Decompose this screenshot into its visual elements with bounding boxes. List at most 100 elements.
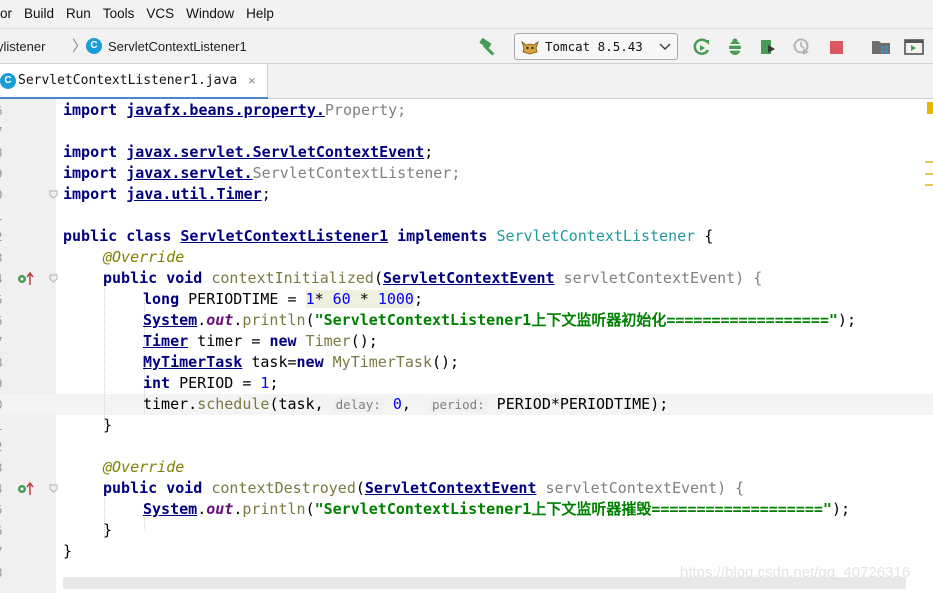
constructor: MyTimerTask: [323, 353, 432, 371]
keyword: new: [269, 332, 297, 350]
navigation-bar: ylistener 〉 C ServletContextListener1 To…: [0, 28, 933, 64]
parameter-hint: delay:: [332, 397, 384, 412]
line-number: 8: [0, 562, 11, 583]
code-line: 6 System.out.println("ServletContextList…: [0, 310, 933, 331]
brace: }: [63, 542, 73, 560]
menu-run[interactable]: Run: [60, 0, 97, 28]
param-name: servletContextEvent) {: [554, 269, 763, 287]
dot: .: [197, 311, 207, 329]
code-line: 6 import javafx.beans.property.Property;: [0, 100, 933, 121]
code-line: 7 }: [0, 541, 933, 562]
keyword: new: [296, 353, 324, 371]
operator: *: [350, 290, 378, 308]
annotation: @Override: [103, 458, 185, 476]
profile-icon[interactable]: [792, 37, 812, 57]
keyword: public void: [103, 479, 203, 497]
keyword: implements: [397, 227, 488, 245]
import-package: java.util.Timer: [126, 185, 262, 203]
editor-tab-bar: C ServletContextListener1.java ×: [0, 64, 933, 100]
semicolon: ;: [413, 290, 423, 308]
menu-vcs[interactable]: VCS: [140, 0, 180, 28]
code-line: 1: [0, 205, 933, 226]
menu-tools[interactable]: Tools: [97, 0, 141, 28]
param-name: servletContextEvent) {: [536, 479, 745, 497]
implements-method-icon[interactable]: [17, 482, 35, 496]
line-number: 0: [0, 184, 11, 205]
warning-marker[interactable]: [925, 184, 933, 186]
keyword: import: [63, 101, 118, 119]
debug-icon[interactable]: [725, 37, 745, 57]
java-class-icon: C: [86, 38, 102, 54]
breadcrumb-module[interactable]: ylistener: [0, 29, 45, 64]
method-call: schedule: [197, 395, 270, 413]
interface-name: ServletContextListener: [496, 227, 696, 245]
stop-icon[interactable]: [827, 37, 847, 57]
constructor: Timer: [296, 332, 351, 350]
code-line: 6 }: [0, 520, 933, 541]
line-number: 7: [0, 541, 11, 562]
line-number: 0: [0, 394, 11, 415]
line-number: 3: [0, 247, 11, 268]
line-number: 5: [0, 499, 11, 520]
keyword: int: [143, 374, 171, 392]
operator: *: [314, 290, 333, 308]
code-line: 7 Timer timer = new Timer();: [0, 331, 933, 352]
menu-window[interactable]: Window: [180, 0, 240, 28]
line-number: 2: [0, 226, 11, 247]
code-line: 5 long PERIODTIME = 1* 60 * 1000;: [0, 289, 933, 310]
dot: .: [233, 500, 243, 518]
line-number: 4: [0, 478, 11, 499]
import-class: ServletContextListener: [252, 164, 452, 182]
menu-help[interactable]: Help: [240, 0, 280, 28]
brace: {: [695, 227, 714, 245]
run-configuration-label: Tomcat 8.5.43: [545, 39, 643, 54]
tab-label: ServletContextListener1.java: [18, 73, 238, 88]
method-call: println: [242, 311, 306, 329]
number: 60: [332, 290, 351, 308]
code-line: 4 public void contextInitialized(Servlet…: [0, 268, 933, 289]
warning-marker[interactable]: [925, 161, 933, 163]
fold-icon[interactable]: [49, 190, 58, 199]
ui-designer-icon[interactable]: [904, 37, 924, 57]
semicolon: ;: [269, 374, 279, 392]
menu-build[interactable]: Build: [18, 0, 60, 28]
breadcrumb-class[interactable]: ServletContextListener1: [108, 29, 247, 64]
code-editor[interactable]: 6 import javafx.beans.property.Property;…: [0, 99, 933, 593]
paren: (: [373, 269, 383, 287]
code-line: 3 @Override: [0, 247, 933, 268]
analysis-status-icon[interactable]: [927, 102, 933, 114]
run-configuration-selector[interactable]: Tomcat 8.5.43: [514, 33, 678, 60]
line-number: 6: [0, 310, 11, 331]
code-line: 9 int PERIOD = 1;: [0, 373, 933, 394]
fold-icon[interactable]: [49, 274, 58, 283]
static-field: out: [206, 311, 234, 329]
paren: (: [355, 479, 365, 497]
close-icon[interactable]: ×: [248, 64, 256, 97]
line-number: 7: [0, 121, 11, 142]
static-field: out: [206, 500, 234, 518]
argument: PERIOD*PERIODTIME);: [487, 395, 669, 413]
param-type: ServletContextEvent: [382, 269, 555, 287]
paren: (: [305, 500, 315, 518]
coverage-icon[interactable]: [758, 37, 778, 57]
menu-navigate[interactable]: or: [0, 0, 18, 28]
project-structure-icon[interactable]: [871, 37, 891, 57]
line-number: 6: [0, 520, 11, 541]
import-package: javax.servlet.: [126, 164, 253, 182]
warning-marker[interactable]: [925, 173, 933, 175]
implements-method-icon[interactable]: [17, 272, 35, 286]
line-number: 9: [0, 163, 11, 184]
line-number: 3: [0, 457, 11, 478]
error-stripe[interactable]: [925, 99, 933, 593]
line-number: 8: [0, 352, 11, 373]
fold-icon[interactable]: [49, 484, 58, 493]
code-line: 1 }: [0, 415, 933, 436]
import-class: Property: [324, 101, 398, 119]
rerun-icon[interactable]: [692, 37, 712, 57]
semicolon: ;: [424, 143, 434, 161]
code-line: 4 public void contextDestroyed(ServletCo…: [0, 478, 933, 499]
class-name: System: [143, 500, 198, 518]
build-hammer-icon[interactable]: [478, 37, 500, 57]
editor-tab[interactable]: C ServletContextListener1.java ×: [0, 64, 268, 100]
keyword: import: [63, 143, 118, 161]
